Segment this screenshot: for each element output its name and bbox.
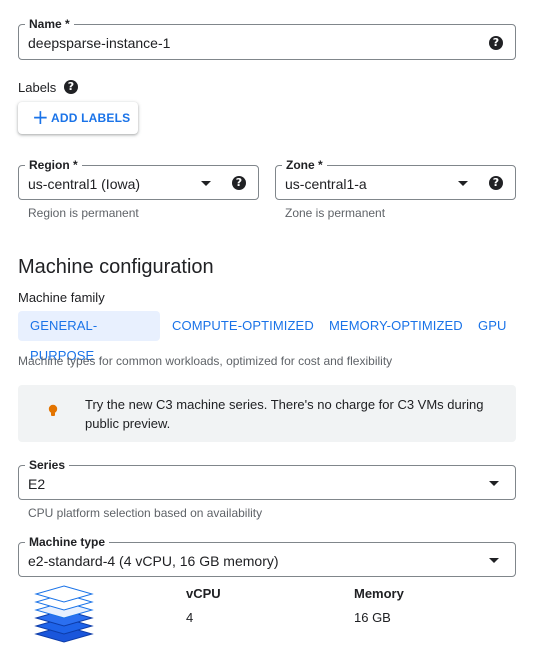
region-dropdown-arrow-icon[interactable] [201,181,211,186]
machine-type-select[interactable]: Machine type e2-standard-4 (4 vCPU, 16 G… [18,534,516,577]
machine-config-title: Machine configuration [18,256,214,278]
machine-type-label: Machine type [25,534,110,550]
region-help-icon[interactable]: ? [232,176,246,190]
name-field-value[interactable]: deepsparse-instance-1 [28,34,170,52]
tab-general-purpose[interactable]: GENERAL-PURPOSE [18,311,160,363]
series-dropdown-arrow-icon[interactable] [489,481,499,486]
help-icon[interactable]: ? [489,36,503,50]
region-label: Region * [25,157,82,173]
tab-compute-optimized[interactable]: COMPUTE-OPTIMIZED [160,311,326,341]
tab-memory-optimized[interactable]: MEMORY-OPTIMIZED [317,311,475,341]
zone-hint: Zone is permanent [285,206,386,220]
zone-dropdown-arrow-icon[interactable] [458,181,468,186]
zone-label: Zone * [282,157,327,173]
machine-type-value: e2-standard-4 (4 vCPU, 16 GB memory) [28,553,279,569]
region-value: us-central1 (Iowa) [28,176,141,192]
region-select[interactable]: Region * us-central1 (Iowa) ? [18,157,259,200]
plus-icon: + [32,105,49,129]
vcpu-value: 4 [186,610,194,625]
c3-promo-banner: Try the new C3 machine series. There's n… [18,385,516,442]
series-select[interactable]: Series E2 [18,457,516,500]
machine-family-label: Machine family [18,290,105,305]
labels-heading-text: Labels [18,80,57,95]
machine-family-description: Machine types for common workloads, opti… [18,354,393,368]
add-labels-label: ADD LABELS [51,111,131,125]
zone-select[interactable]: Zone * us-central1-a ? [275,157,516,200]
memory-value: 16 GB [354,610,391,625]
series-hint: CPU platform selection based on availabi… [28,506,263,520]
memory-heading: Memory [354,586,404,601]
labels-heading: Labels [18,80,56,96]
add-labels-button[interactable]: + ADD LABELS [18,102,138,134]
series-label: Series [25,457,70,473]
banner-text: Try the new C3 machine series. There's n… [85,397,484,431]
zone-help-icon[interactable]: ? [489,176,503,190]
vcpu-heading: vCPU [186,586,221,601]
region-hint: Region is permanent [28,206,139,220]
tab-gpu[interactable]: GPU [466,311,518,341]
name-field-label: Name * [25,16,74,32]
lightbulb-icon [48,404,58,416]
zone-value: us-central1-a [285,176,367,192]
labels-help-icon[interactable]: ? [64,80,78,94]
machine-type-dropdown-arrow-icon[interactable] [489,558,499,563]
series-value: E2 [28,476,46,492]
name-field[interactable]: Name * deepsparse-instance-1 ? [18,16,516,60]
machine-stack-icon [34,585,94,643]
